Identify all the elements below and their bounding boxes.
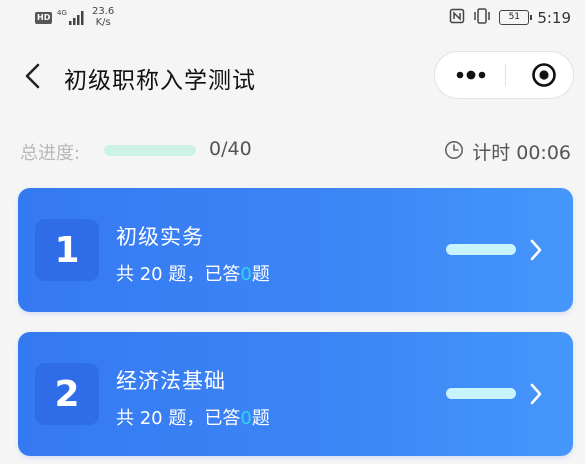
timer: 计时 00:06: [444, 138, 571, 165]
section-summary: 共 20 题，已答0题: [116, 404, 270, 430]
vibrate-icon: [473, 8, 491, 27]
page-title: 初级职称入学测试: [64, 68, 256, 94]
hd-badge: HD: [35, 12, 53, 24]
clock-icon: [444, 140, 464, 164]
nfc-icon: [449, 8, 465, 27]
network-speed-value: 23.6: [92, 6, 115, 17]
signal-icon: 4G: [57, 8, 87, 29]
section-card-1[interactable]: 1 初级实务 共 20 题，已答0题: [18, 188, 573, 312]
section-suffix: 题: [251, 264, 270, 285]
progress-bar: [104, 145, 196, 156]
section-answered-count: 0: [240, 408, 252, 429]
section-title: 经济法基础: [116, 369, 226, 393]
section-total: 共 20 题，已答: [116, 264, 241, 285]
back-icon[interactable]: [20, 62, 46, 90]
section-progress-bar: [446, 244, 516, 255]
progress-label: 总进度:: [20, 143, 81, 164]
chevron-right-icon: [528, 381, 544, 407]
section-suffix: 题: [251, 408, 270, 429]
timer-text: 计时 00:06: [472, 142, 571, 164]
section-number: 1: [35, 219, 99, 281]
section-summary: 共 20 题，已答0题: [116, 260, 270, 286]
more-icon[interactable]: [435, 52, 505, 98]
nav-header: 初级职称入学测试: [0, 44, 585, 108]
mini-program-capsule: [434, 51, 574, 99]
section-total: 共 20 题，已答: [116, 408, 241, 429]
close-mini-program-icon[interactable]: [506, 52, 574, 98]
network-speed-unit: K/s: [95, 17, 111, 28]
status-time: 5:19: [537, 8, 571, 27]
section-title: 初级实务: [116, 225, 204, 249]
chevron-right-icon: [528, 237, 544, 263]
section-progress-bar: [446, 388, 516, 399]
section-card-2[interactable]: 2 经济法基础 共 20 题，已答0题: [18, 332, 573, 456]
battery-icon: 51: [499, 10, 533, 25]
network-speed: 23.6 K/s: [92, 6, 114, 28]
network-type: 4G: [57, 9, 67, 17]
status-bar: HD 4G 23.6 K/s 51 5:19: [0, 0, 585, 40]
section-number: 2: [35, 363, 99, 425]
progress-count: 0/40: [209, 138, 252, 160]
overall-progress: 总进度: 0/40 计时 00:06: [0, 132, 585, 168]
section-answered-count: 0: [240, 264, 252, 285]
